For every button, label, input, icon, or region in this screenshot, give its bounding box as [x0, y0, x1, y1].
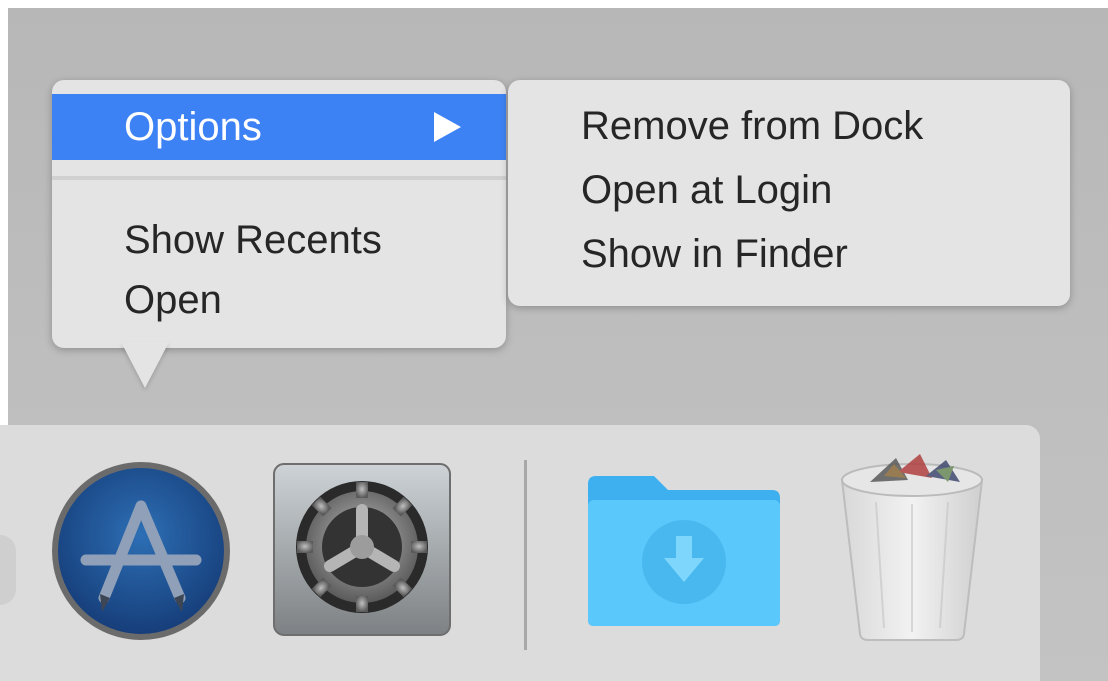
- system-preferences-icon[interactable]: [272, 462, 452, 637]
- submenu-item-label: Remove from Dock: [581, 104, 924, 148]
- menu-item-open[interactable]: Open: [52, 268, 506, 332]
- context-menu-pointer: [121, 342, 169, 388]
- submenu-item-open-at-login[interactable]: Open at Login: [581, 158, 832, 222]
- app-store-icon[interactable]: [50, 460, 232, 642]
- dock-left-edge: [0, 535, 16, 605]
- submenu-arrow-icon: [434, 112, 461, 142]
- submenu-item-remove-from-dock[interactable]: Remove from Dock: [581, 94, 923, 158]
- submenu-item-label: Show in Finder: [581, 232, 848, 276]
- dock-separator: [524, 460, 527, 650]
- options-submenu: Remove from Dock Open at Login Show in F…: [508, 80, 1070, 306]
- menu-separator: [52, 176, 506, 180]
- submenu-item-show-in-finder[interactable]: Show in Finder: [581, 222, 848, 286]
- trash-icon[interactable]: [836, 452, 988, 642]
- menu-item-label: Options: [124, 105, 262, 149]
- downloads-folder-icon[interactable]: [584, 470, 784, 630]
- menu-item-label: Open: [124, 278, 222, 322]
- menu-item-show-recents[interactable]: Show Recents: [52, 208, 506, 272]
- menu-item-label: Show Recents: [124, 218, 382, 262]
- submenu-item-label: Open at Login: [581, 168, 833, 212]
- menu-item-options[interactable]: Options: [52, 94, 506, 160]
